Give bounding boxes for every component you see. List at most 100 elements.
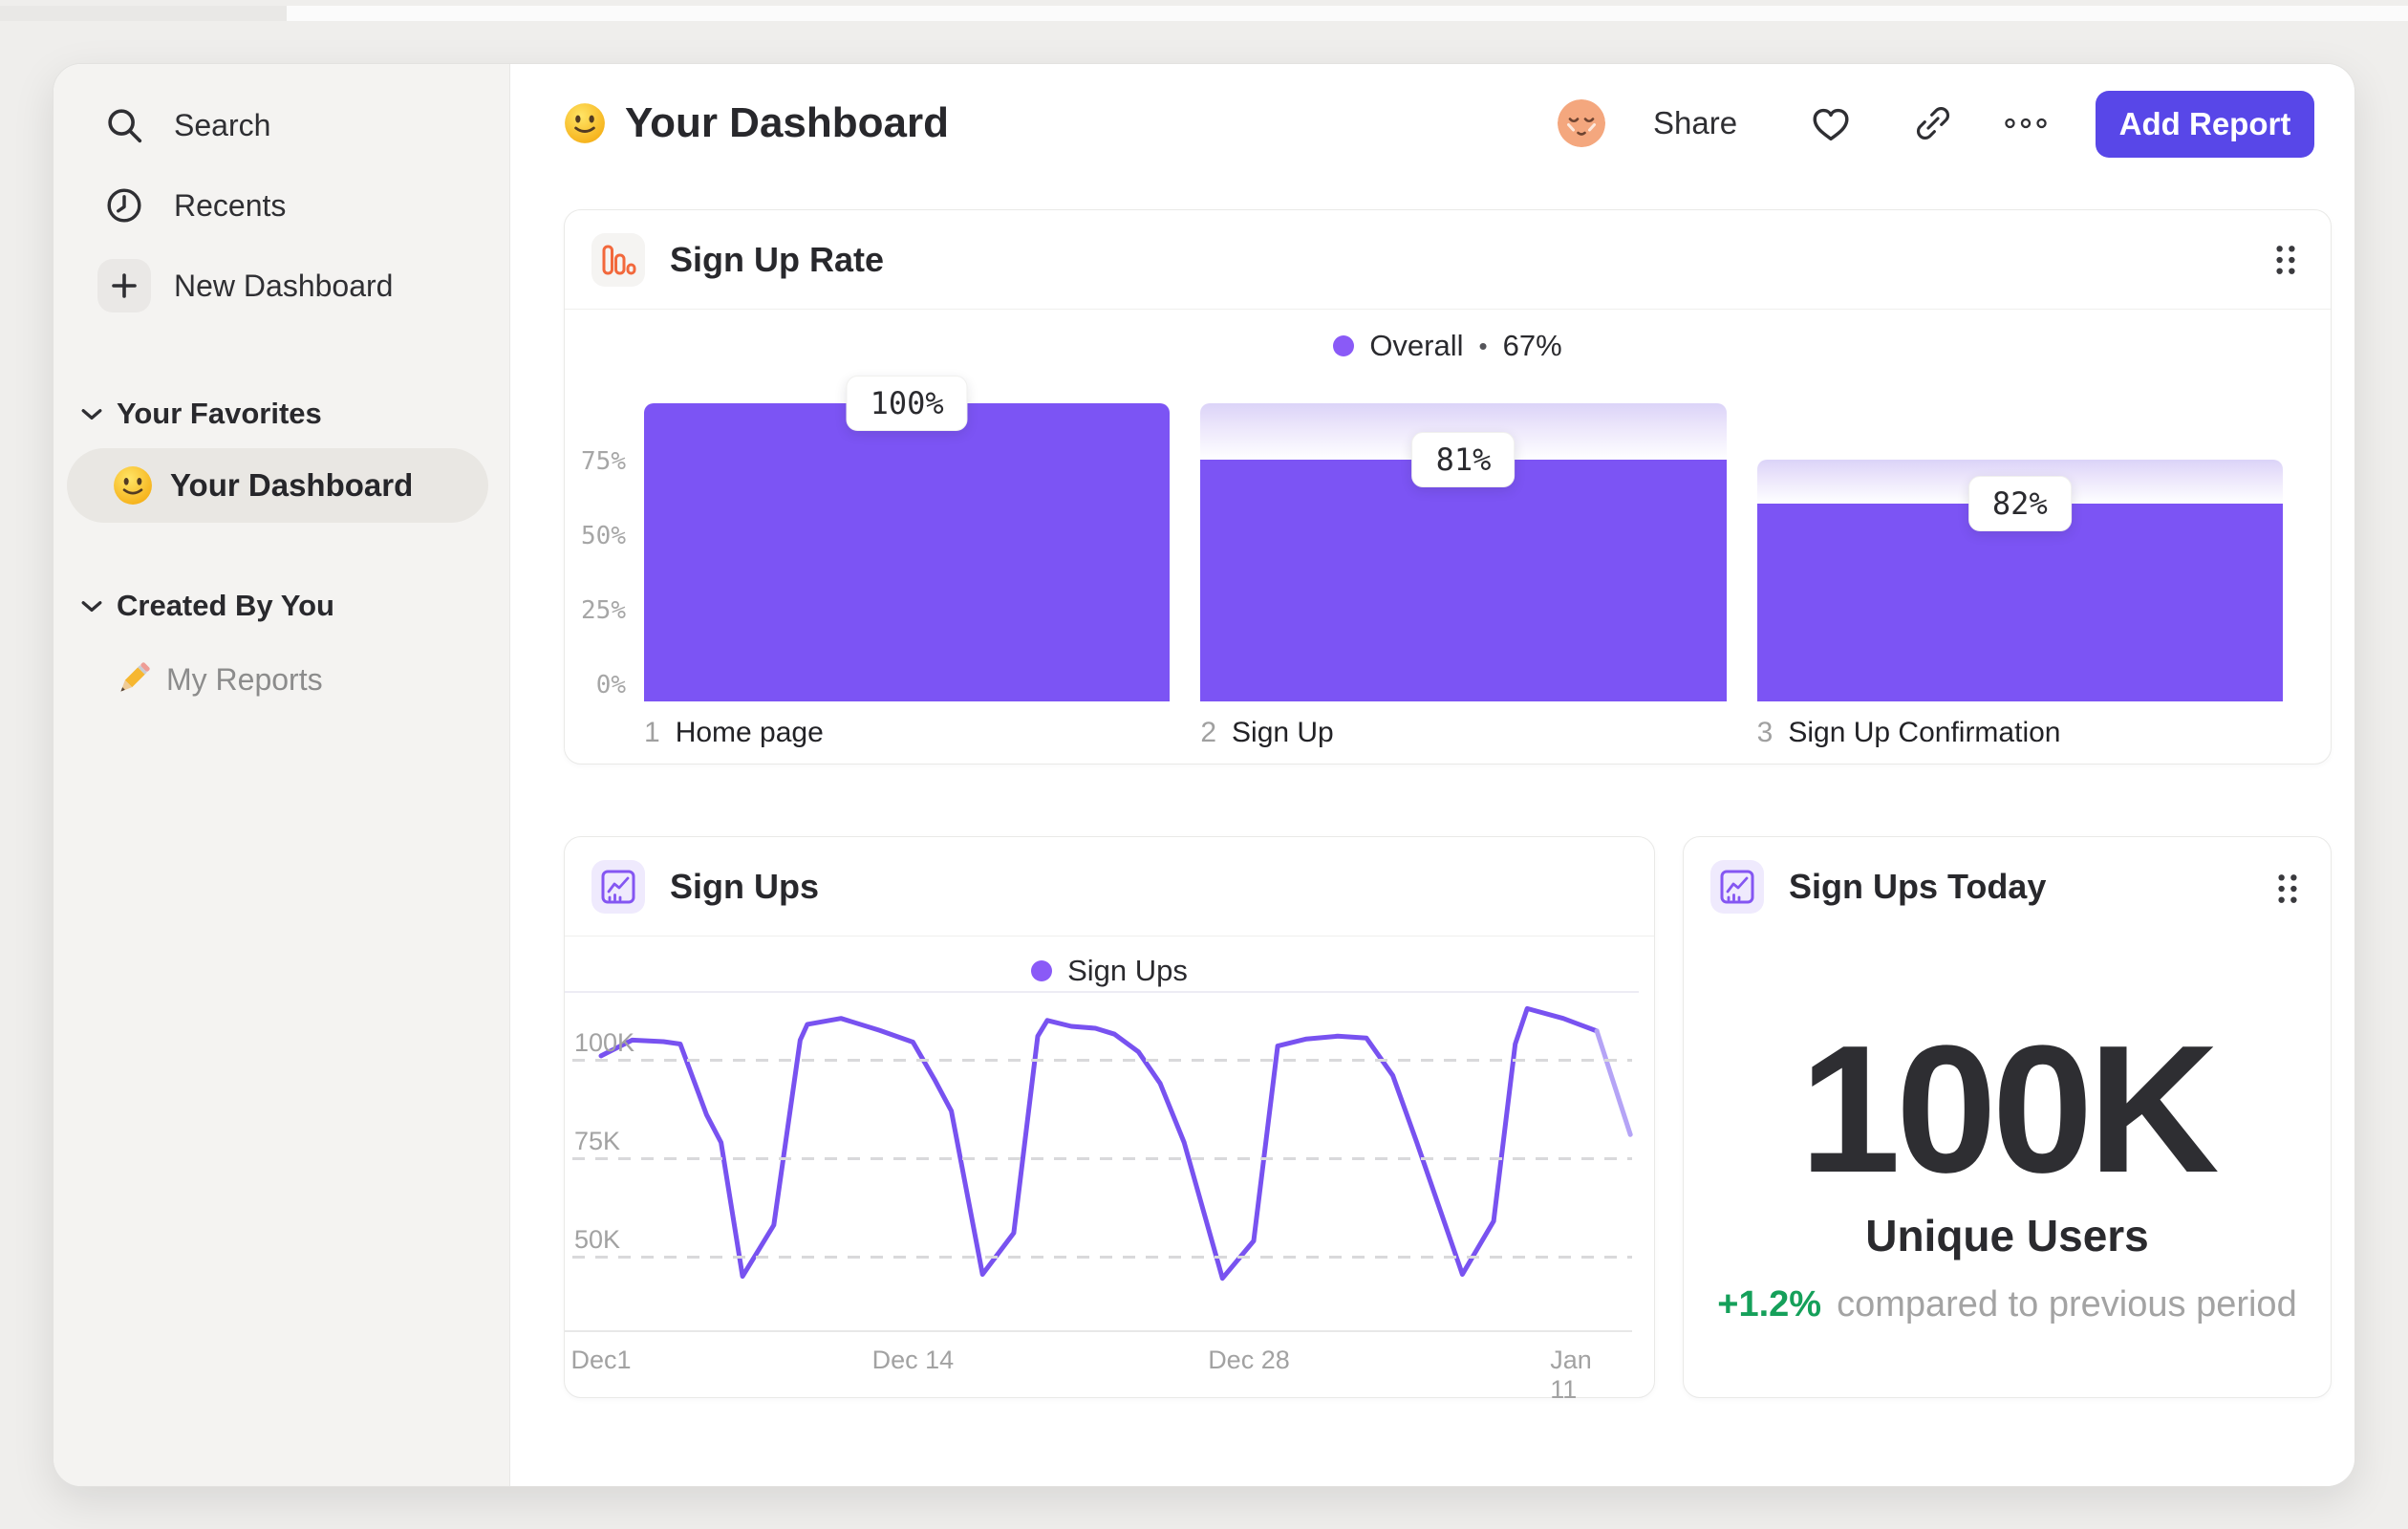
funnel-value-label: 82% — [1967, 475, 2072, 531]
funnel-step-index: 2 — [1200, 717, 1217, 748]
page-title-row: Your Dashboard — [564, 97, 949, 150]
screen: Search Recents New Dashboard Your Favori… — [0, 0, 2408, 1529]
section-label: Created By You — [117, 589, 334, 622]
signups-today-card: Sign Ups Today 100K Unique Users +1.2% c… — [1683, 836, 2332, 1398]
funnel-step-label: 3 Sign Up Confirmation — [1757, 717, 2283, 749]
line-series-incomplete-path — [1594, 1028, 1633, 1137]
sidebar-item-label: Your Dashboard — [170, 467, 414, 503]
funnel-chart-icon — [591, 233, 645, 287]
window-top-strip-left — [0, 6, 287, 21]
sidebar-item-search[interactable]: Search — [97, 98, 270, 152]
funnel-value-label: 100% — [846, 376, 968, 431]
funnel-step-name: Sign Up Confirmation — [1788, 717, 2061, 748]
funnel-step-index: 3 — [1756, 717, 1774, 748]
funnel-step-name: Sign Up — [1232, 717, 1334, 748]
sidebar-item-label: New Dashboard — [174, 268, 394, 303]
card-title: Sign Ups — [670, 867, 820, 906]
funnel-step-column: 81% — [1200, 403, 1727, 701]
card-title: Sign Up Rate — [670, 240, 885, 279]
card-header: Sign Up Rate — [565, 210, 2331, 310]
page-title: Your Dashboard — [625, 99, 950, 146]
more-options-icon[interactable] — [2004, 101, 2048, 145]
stat-value-label: Unique Users — [1865, 1211, 2149, 1260]
funnel-bar[interactable] — [644, 403, 1171, 701]
plus-icon — [97, 259, 151, 312]
stat-delta-note: compared to previous period — [1837, 1284, 2297, 1324]
funnel-step-name: Home page — [675, 717, 824, 748]
y-axis-tick-label: 50% — [581, 522, 626, 550]
y-axis-tick-label: 75K — [574, 1127, 621, 1155]
line-chart-icon — [591, 860, 645, 914]
legend-dot — [1031, 960, 1053, 981]
funnel-plot-area: 100% 81% 82% 75% 50% 25% 0% — [565, 376, 2331, 701]
sidebar-item-label: My Reports — [166, 661, 323, 697]
line-plot-area — [598, 1005, 1633, 1281]
funnel-bar[interactable] — [1200, 460, 1727, 701]
clock-icon — [97, 179, 151, 232]
share-button[interactable]: Share — [1653, 102, 1737, 144]
smiley-emoji — [114, 466, 152, 505]
y-gridline — [572, 1256, 1632, 1259]
sidebar: Search Recents New Dashboard Your Favori… — [54, 64, 510, 1486]
funnel-step-label: 2 Sign Up — [1200, 717, 1726, 749]
sidebar-item-label: Search — [174, 107, 271, 142]
stat-delta-row: +1.2% compared to previous period — [1684, 1284, 2331, 1325]
funnel-bar[interactable] — [1756, 503, 2283, 701]
x-axis-tick-label: Dec 28 — [1208, 1346, 1290, 1374]
legend-series-label: Sign Ups — [1067, 954, 1188, 987]
app-window: Search Recents New Dashboard Your Favori… — [53, 63, 2355, 1487]
y-axis-tick-label: 25% — [581, 596, 626, 625]
y-axis-tick-label: 75% — [581, 447, 626, 476]
funnel-value-label: 81% — [1411, 432, 1516, 488]
chevron-down-icon — [80, 599, 103, 613]
x-axis-line — [565, 1330, 1632, 1332]
sidebar-item-label: Recents — [174, 187, 287, 223]
drag-handle-icon[interactable] — [2273, 870, 2302, 908]
x-axis-tick-label: Dec1 — [570, 1346, 632, 1374]
sidebar-item-my-reports[interactable]: My Reports — [113, 649, 323, 710]
legend-series-label: Overall — [1369, 329, 1464, 362]
sidebar-item-your-dashboard[interactable]: Your Dashboard — [67, 448, 488, 523]
chevron-down-icon — [80, 407, 103, 420]
card-header: Sign Ups — [565, 837, 1654, 937]
funnel-step-index: 1 — [644, 717, 660, 748]
y-gridline — [572, 1157, 1632, 1160]
main-content: Your Dashboard Share Add Report Sign Up … — [510, 64, 2354, 1486]
smiley-emoji — [565, 103, 605, 143]
stat-value: 100K — [1799, 1008, 2219, 1211]
search-icon — [97, 98, 151, 152]
copy-link-icon[interactable] — [1911, 101, 1955, 145]
stat-delta: +1.2% — [1717, 1284, 1822, 1324]
funnel-step-column: 82% — [1756, 403, 2283, 701]
legend-dot — [1333, 335, 1355, 356]
drag-handle-icon[interactable] — [2271, 241, 2300, 279]
window-top-strip — [287, 6, 2408, 21]
section-your-favorites[interactable]: Your Favorites — [80, 395, 322, 433]
signup-rate-card: Sign Up Rate Overall • 67% 100% 81% 82% … — [564, 209, 2332, 764]
y-gridline — [572, 1059, 1632, 1062]
x-axis-tick-label: Jan 11 — [1550, 1346, 1592, 1404]
card-title: Sign Ups Today — [1789, 867, 2047, 906]
pencil-emoji — [120, 662, 150, 692]
funnel-step-label: 1 Home page — [644, 717, 1170, 749]
line-series-path — [598, 1005, 1600, 1281]
legend-value: 67% — [1502, 329, 1562, 362]
y-axis-tick-label: 0% — [595, 671, 626, 700]
avatar[interactable] — [1558, 99, 1605, 147]
y-axis-tick-label: 50K — [574, 1225, 621, 1254]
sidebar-item-new-dashboard[interactable]: New Dashboard — [97, 259, 393, 312]
x-axis-tick-label: Dec 14 — [871, 1346, 955, 1374]
favorite-heart-icon[interactable] — [1809, 101, 1853, 145]
add-report-button[interactable]: Add Report — [2096, 91, 2314, 158]
sidebar-item-recents[interactable]: Recents — [97, 179, 286, 232]
y-axis-tick-label: 100K — [574, 1028, 635, 1057]
legend-separator: • — [1478, 331, 1488, 360]
section-label: Your Favorites — [117, 397, 322, 430]
card-header: Sign Ups Today — [1684, 837, 2331, 937]
section-created-by-you[interactable]: Created By You — [80, 587, 334, 625]
chart-legend[interactable]: Sign Ups — [565, 954, 1654, 988]
signups-card: Sign Ups Sign Ups 100K 75K 50K Dec1 Dec 14 De… — [564, 836, 1655, 1404]
line-chart-icon — [1710, 860, 1764, 914]
funnel-step-column: 100% — [644, 376, 1171, 701]
chart-legend[interactable]: Overall • 67% — [565, 329, 2331, 363]
